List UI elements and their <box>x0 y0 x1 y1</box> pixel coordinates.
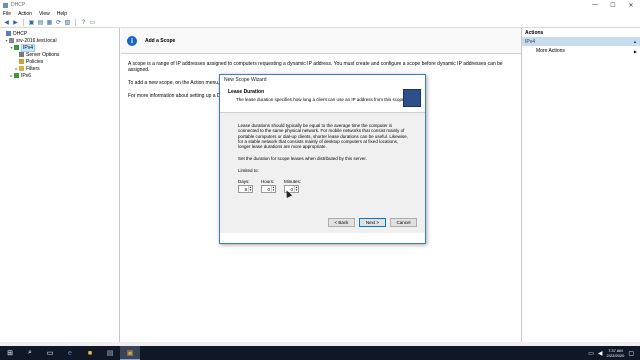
filters-icon <box>19 66 24 71</box>
toolbar: ◀ ▶ ▣ ▤ ▦ ⟳ ▧ ? ▭ <box>0 18 640 28</box>
menu-action[interactable]: Action <box>18 11 32 17</box>
wizard-page-subtitle: The lease duration specifies how long a … <box>236 97 406 102</box>
hours-value[interactable]: 0 <box>262 186 271 192</box>
actions-pane: Actions IPv4 ▲ More Actions ▶ <box>521 28 640 342</box>
wizard-server-icon <box>403 89 421 107</box>
decrement-icon[interactable]: ▼ <box>249 189 252 193</box>
menu-view[interactable]: View <box>39 11 50 17</box>
search-icon[interactable]: ⌕ <box>20 346 40 360</box>
window-title: DHCP <box>11 2 26 8</box>
properties-icon[interactable]: ▦ <box>46 19 53 26</box>
wizard-page-title: Lease Duration <box>228 89 265 95</box>
refresh-icon[interactable]: ⟳ <box>55 19 62 26</box>
task-view-icon[interactable]: ▭ <box>40 346 60 360</box>
help-icon[interactable]: ? <box>80 19 87 26</box>
tree-node-server[interactable]: ▾ srv-2016.test.local <box>0 37 119 44</box>
decrement-icon[interactable]: ▼ <box>295 189 298 193</box>
policies-icon <box>19 59 24 64</box>
tree-node-ipv4[interactable]: ▾ IPv4 <box>0 43 119 52</box>
days-stepper[interactable]: 8 ▲ ▼ <box>238 184 253 193</box>
banner-title: Add a Scope <box>145 37 176 44</box>
next-button[interactable]: Next > <box>359 218 386 227</box>
wizard-header: Lease Duration The lease duration specif… <box>220 85 425 113</box>
volume-icon[interactable]: ◀ <box>598 350 603 357</box>
hours-stepper[interactable]: 0 ▲ ▼ <box>261 184 276 193</box>
server-manager-icon[interactable]: ▤ <box>100 346 120 360</box>
forward-arrow-icon[interactable]: ▶ <box>12 19 19 26</box>
actions-header: Actions <box>525 30 544 36</box>
start-windows-icon[interactable]: ⊞ <box>0 346 20 360</box>
dhcp-taskbar-icon[interactable]: ▣ <box>120 346 140 360</box>
hours-label: Hours: <box>261 178 275 184</box>
more-actions-item[interactable]: More Actions ▶ <box>522 46 640 56</box>
system-tray: ▭ ◀ 7:37 AM 2/22/2020 ▢ <box>588 348 640 358</box>
days-value[interactable]: 8 <box>239 186 248 192</box>
server-options-icon <box>19 52 24 57</box>
collapse-up-icon[interactable]: ▲ <box>633 39 637 44</box>
dhcp-icon <box>6 31 11 36</box>
network-icon[interactable]: ▭ <box>588 350 594 357</box>
actions-group-ipv4[interactable]: IPv4 ▲ <box>522 37 640 46</box>
submenu-arrow-icon: ▶ <box>633 48 637 54</box>
show-hide-tree-icon[interactable]: ▤ <box>37 19 44 26</box>
export-list-icon[interactable]: ▧ <box>64 19 71 26</box>
ipv4-icon <box>14 45 19 50</box>
maximize-button[interactable]: ☐ <box>604 0 622 10</box>
title-bar: DHCP — ☐ ✕ <box>0 0 640 10</box>
notifications-icon[interactable]: ▢ <box>628 350 634 357</box>
info-paragraph: A scope is a range of IP addresses assig… <box>128 61 503 73</box>
new-scope-wizard-dialog: New Scope Wizard Lease Duration The leas… <box>219 74 426 244</box>
console-icon[interactable]: ▭ <box>89 19 96 26</box>
tree-node-ipv6[interactable]: ▸ IPv6 <box>0 72 119 79</box>
toolbar-separator <box>23 19 24 26</box>
info-banner: i Add a Scope <box>121 28 521 54</box>
console-tree: DHCP ▾ srv-2016.test.local ▾ IPv4 Server… <box>0 28 120 342</box>
tree-node-dhcp[interactable]: DHCP <box>0 30 119 37</box>
clock-date: 2/22/2020 <box>606 353 625 358</box>
ipv6-icon <box>14 73 19 78</box>
tree-node-policies[interactable]: Policies <box>0 58 119 65</box>
taskbar: ⊞ ⌕ ▭ e ■ ▤ ▣ ▭ ◀ 7:37 AM 2/22/2020 ▢ <box>0 346 640 360</box>
limited-to-label: Limited to: <box>238 167 259 173</box>
wizard-body: Lease durations should typically be equa… <box>220 113 425 233</box>
cancel-button[interactable]: Cancel <box>390 218 417 227</box>
days-label: Days: <box>238 178 250 184</box>
dialog-title: New Scope Wizard <box>224 77 267 83</box>
lease-instruction: Set the duration for scope leases when d… <box>238 156 367 162</box>
back-arrow-icon[interactable]: ◀ <box>3 19 10 26</box>
info-icon: i <box>127 35 137 46</box>
file-explorer-icon[interactable]: ■ <box>80 346 100 360</box>
decrement-icon[interactable]: ▼ <box>272 189 275 193</box>
toolbar-separator <box>75 19 76 26</box>
lease-description: Lease durations should typically be equa… <box>238 123 408 150</box>
minutes-label: Minutes: <box>284 178 302 184</box>
menu-bar: File Action View Help <box>0 10 640 18</box>
close-button[interactable]: ✕ <box>622 0 640 10</box>
edge-browser-icon[interactable]: e <box>60 346 80 360</box>
server-icon <box>9 38 14 43</box>
tree-node-server-options[interactable]: Server Options <box>0 51 119 58</box>
tree-node-filters[interactable]: ▸ Filters <box>0 65 119 72</box>
up-folder-icon[interactable]: ▣ <box>28 19 35 26</box>
minimize-button[interactable]: — <box>586 0 604 10</box>
taskbar-clock[interactable]: 7:37 AM 2/22/2020 <box>607 348 625 358</box>
menu-file[interactable]: File <box>3 11 11 17</box>
menu-help[interactable]: Help <box>57 11 67 17</box>
back-button[interactable]: < Back <box>328 218 355 227</box>
dhcp-app-icon <box>3 2 8 8</box>
